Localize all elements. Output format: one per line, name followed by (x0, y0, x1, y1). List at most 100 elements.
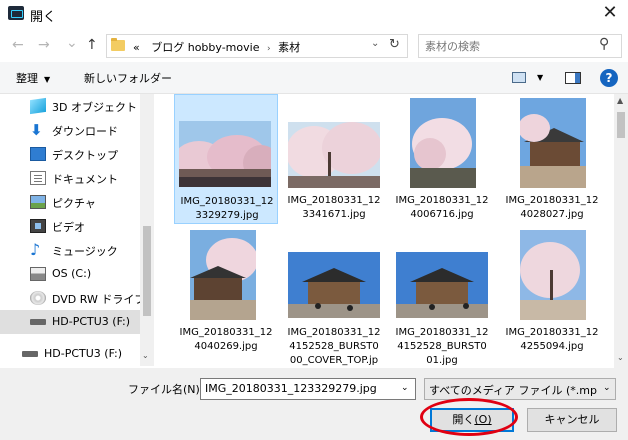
sidebar-item-label: ダウンロード (52, 125, 118, 138)
sidebar-item-label: DVD RW ドライブ ( (52, 293, 154, 306)
up-arrow-icon[interactable]: ↑ (86, 37, 98, 53)
file-tile[interactable]: IMG_20180331_12 4152528_BURST0 00_COVER_TO… (282, 226, 386, 366)
sidebar-item-pictures[interactable]: ピクチャ (0, 190, 140, 214)
organize-caret-icon: ▼ (44, 75, 51, 84)
sidebar-item-hd-pctu3-root[interactable]: HD-PCTU3 (F:) (0, 342, 140, 366)
downloads-icon: ⬇ (30, 121, 43, 139)
breadcrumb-item-sozai[interactable]: 素材 (278, 41, 300, 54)
file-tile[interactable]: IMG_20180331_12 4028027.jpg (500, 94, 604, 224)
file-tile[interactable]: IMG_20180331_12 4006716.jpg (390, 94, 494, 224)
sidebar-item-desktop[interactable]: デスクトップ (0, 142, 140, 166)
photo-thumbnail (174, 226, 278, 326)
recent-locations-chevron-icon[interactable]: ⌄ (66, 35, 78, 51)
file-name: IMG_20180331_12 4152528_BURST0 00_COVER_TO… (287, 327, 381, 366)
filename-history-chevron-icon[interactable]: ⌄ (401, 383, 409, 393)
address-bar[interactable]: « ブログ hobby-movie › 素材 ⌄ ↻ (106, 34, 408, 58)
desktop-icon (30, 147, 46, 161)
sidebar-item-3d-objects[interactable]: 3D オブジェクト (0, 94, 140, 118)
sidebar-item-label: OS (C:) (52, 267, 92, 280)
file-name: IMG_20180331_12 4152528_BURST0 01.jpg (395, 327, 489, 366)
sidebar-item-videos[interactable]: ビデオ (0, 214, 140, 238)
search-box[interactable]: ⚲ (418, 34, 622, 58)
documents-icon (30, 171, 46, 185)
scroll-down-chevron-icon[interactable]: ⌄ (617, 353, 624, 362)
navigation-pane: 3D オブジェクト ⬇ ダウンロード デスクトップ ドキュメント ピクチャ ビデ… (0, 94, 154, 366)
scrollbar-thumb[interactable] (617, 112, 625, 138)
file-type-select[interactable]: すべてのメディア ファイル (*.mpg;*.m ⌄ (424, 378, 616, 400)
photo-thumbnail (282, 226, 386, 326)
photo-thumbnail (500, 226, 604, 326)
file-tile[interactable]: IMG_20180331_12 3341671.jpg (282, 94, 386, 224)
back-arrow-icon[interactable]: ← (12, 37, 24, 53)
new-folder-button[interactable]: 新しいフォルダー (84, 70, 172, 86)
view-options-caret-icon[interactable]: ▼ (537, 73, 543, 82)
filename-label: ファイル名(N): (128, 383, 204, 396)
file-tile[interactable]: IMG_20180331_12 3329279.jpg (174, 94, 278, 224)
file-name: IMG_20180331_12 4040269.jpg (179, 327, 273, 352)
preview-pane-icon[interactable] (565, 72, 581, 84)
address-dropdown-chevron-icon[interactable]: ⌄ (371, 38, 379, 49)
file-tile[interactable]: IMG_20180331_12 4152528_BURST0 01.jpg (390, 226, 494, 366)
sidebar-item-label: 3D オブジェクト (52, 101, 137, 114)
sidebar-item-label: ミュージック (52, 245, 118, 258)
search-icon[interactable]: ⚲ (599, 36, 609, 52)
command-toolbar: 整理 ▼ 新しいフォルダー ▼ ? (0, 62, 628, 94)
breadcrumb: « ブログ hobby-movie › 素材 (133, 39, 300, 55)
breadcrumb-item-blog[interactable]: ブログ hobby-movie (151, 41, 259, 54)
sidebar-item-downloads[interactable]: ⬇ ダウンロード (0, 118, 140, 142)
file-name: IMG_20180331_12 4028027.jpg (505, 195, 599, 220)
sidebar-item-hd-pctu3[interactable]: HD-PCTU3 (F:) (0, 310, 140, 334)
os-drive-icon (30, 267, 46, 281)
file-list-scrollbar[interactable]: ▲ ⌄ (614, 94, 628, 368)
folder-icon (111, 38, 125, 51)
file-list: IMG_20180331_12 3329279.jpg IMG_20180331_… (154, 94, 614, 368)
open-button[interactable]: 開く(O) (430, 408, 514, 432)
refresh-icon[interactable]: ↻ (389, 37, 400, 52)
change-view-icon[interactable] (512, 72, 526, 83)
search-input[interactable] (425, 38, 595, 54)
organize-button[interactable]: 整理 ▼ (16, 70, 50, 86)
photo-thumbnail (390, 94, 494, 194)
scroll-down-chevron-icon[interactable]: ⌄ (142, 351, 149, 360)
photo-thumbnail (500, 94, 604, 194)
scrollbar-thumb[interactable] (143, 226, 151, 316)
photo-thumbnail (282, 94, 386, 194)
sidebar-item-label: ドキュメント (52, 173, 118, 186)
photo-thumbnail (175, 95, 279, 195)
breadcrumb-separator[interactable]: › (267, 44, 271, 54)
file-type-value: すべてのメディア ファイル (*.mpg;*.m (429, 384, 597, 397)
sidebar-item-os-drive[interactable]: OS (C:) (0, 262, 140, 286)
3d-objects-icon (30, 97, 46, 115)
close-button[interactable]: ✕ (596, 2, 624, 26)
file-name: IMG_20180331_12 4255094.jpg (505, 327, 599, 352)
file-tile[interactable]: IMG_20180331_12 4255094.jpg (500, 226, 604, 356)
sidebar-item-music[interactable]: ♪ ミュージック (0, 238, 140, 262)
sidebar-item-label: ピクチャ (52, 197, 96, 210)
help-icon[interactable]: ? (600, 69, 618, 87)
cancel-button[interactable]: キャンセル (527, 408, 617, 432)
sidebar-item-label: ビデオ (52, 221, 85, 234)
photo-thumbnail (390, 226, 494, 326)
navigation-pane-scrollbar[interactable]: ⌄ (140, 94, 154, 366)
file-tile[interactable]: IMG_20180331_12 4040269.jpg (174, 226, 278, 356)
filename-input[interactable]: IMG_20180331_123329279.jpg ⌄ (200, 378, 416, 400)
navigation-bar: ← → ⌄ ↑ « ブログ hobby-movie › 素材 ⌄ ↻ ⚲ (0, 30, 628, 62)
sidebar-item-documents[interactable]: ドキュメント (0, 166, 140, 190)
usb-drive-icon (22, 351, 38, 357)
videos-icon (30, 219, 46, 233)
dialog-footer: ファイル名(N): IMG_20180331_123329279.jpg ⌄ す… (0, 368, 628, 440)
usb-drive-icon (30, 319, 46, 325)
music-icon: ♪ (30, 240, 41, 259)
open-label: 開く (452, 413, 475, 426)
open-accelerator: (O) (474, 413, 492, 426)
file-name: IMG_20180331_12 3329279.jpg (180, 196, 274, 221)
file-type-chevron-icon[interactable]: ⌄ (603, 383, 611, 393)
filename-value[interactable]: IMG_20180331_123329279.jpg (205, 382, 377, 395)
sidebar-item-dvd-drive[interactable]: DVD RW ドライブ ( (0, 286, 153, 310)
pictures-icon (30, 195, 46, 209)
forward-arrow-icon[interactable]: → (38, 37, 50, 53)
breadcrumb-overflow[interactable]: « (133, 41, 140, 54)
scroll-up-arrow-icon[interactable]: ▲ (617, 96, 623, 105)
title-bar: 開く ✕ (0, 0, 628, 30)
sidebar-item-label: HD-PCTU3 (F:) (52, 315, 131, 328)
